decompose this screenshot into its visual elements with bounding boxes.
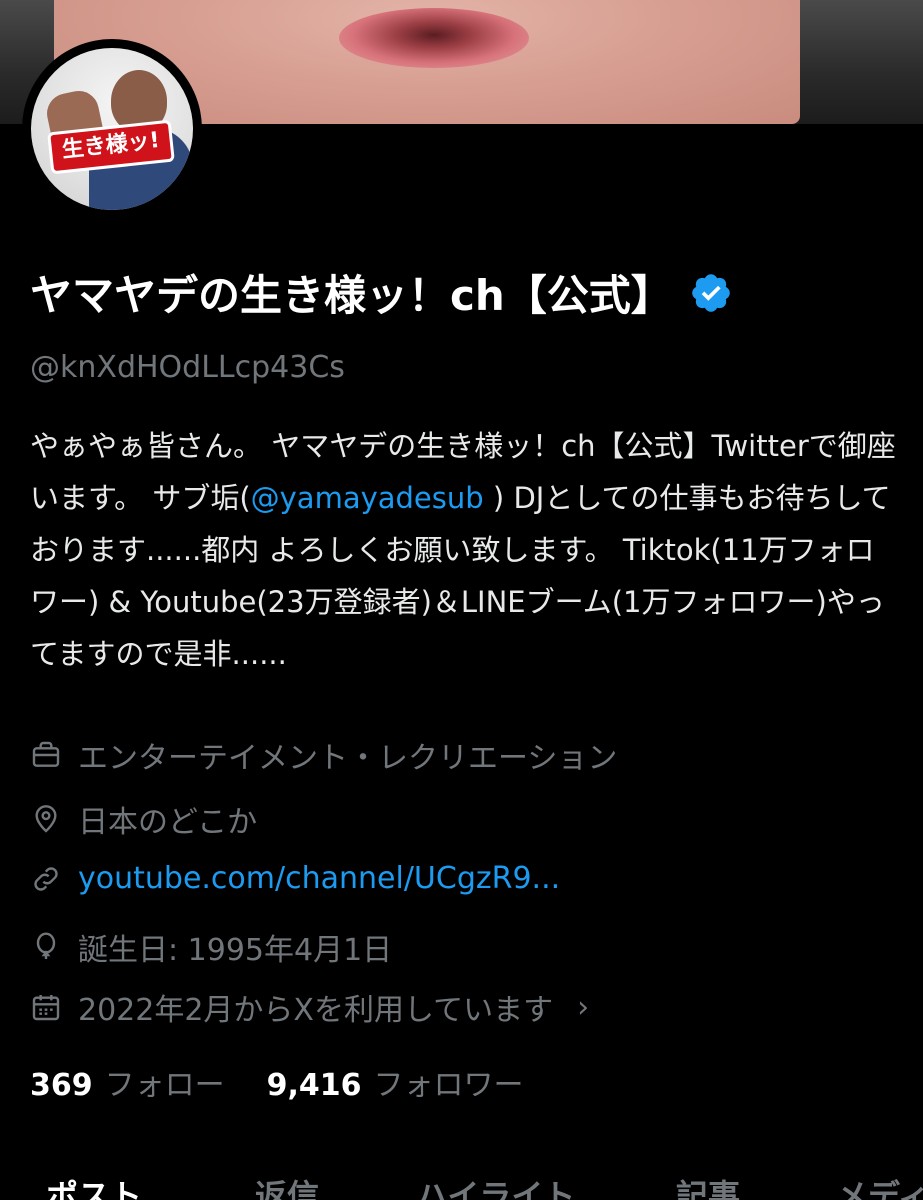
followers-label: フォロワー [373,1068,524,1103]
following-count: 369 [30,1068,93,1103]
avatar[interactable]: 生き様ッ! [22,39,202,219]
tab-articles[interactable]: 記事 [676,1171,740,1200]
birthday-text: 誕生日: 1995年4月1日 [78,933,393,968]
chevron-right-icon[interactable]: › [577,990,589,1025]
location-pin-icon [35,805,57,833]
birthday-row: 誕生日: 1995年4月1日 [30,925,392,969]
verified-badge-icon[interactable] [689,271,733,315]
followers-link[interactable]: 9,416 フォロワー [267,1060,524,1104]
following-link[interactable]: 369 フォロー [30,1060,225,1104]
joined-text: 2022年2月からXを利用しています [78,993,554,1028]
display-name: ヤマヤデの生き様ッ！ch【公式】 [30,271,673,320]
tab-media[interactable]: メディア [836,1171,923,1200]
display-name-row: ヤマヤデの生き様ッ！ch【公式】 [30,262,733,323]
user-handle: @knXdHOdLLcp43Cs [30,350,345,385]
tab-posts[interactable]: ポスト [46,1171,142,1200]
briefcase-icon [32,741,60,767]
link-icon [34,866,58,891]
profile-bio: やぁやぁ皆さん。 ヤマヤデの生き様ッ！ch【公式】Twitterで御座います。 … [30,420,900,680]
follow-stats: 369 フォロー 9,416 フォロワー [30,1060,524,1104]
profile-tabs: ポスト 返信 ハイライト 記事 メディア [0,1165,923,1200]
url-row: youtube.com/channel/UCgzR9... [30,861,560,896]
category-row: エンターテイメント・レクリエーション [30,733,617,777]
followers-count: 9,416 [266,1068,362,1103]
tab-highlights[interactable]: ハイライト [416,1171,575,1200]
balloon-icon [36,932,56,959]
tab-replies[interactable]: 返信 [255,1171,319,1200]
avatar-image: 生き様ッ! [31,48,193,210]
following-label: フォロー [104,1068,225,1103]
calendar-icon [32,995,60,1021]
location-row: 日本のどこか [30,797,257,841]
category-text: エンターテイメント・レクリエーション [78,741,618,776]
bio-mention-link[interactable]: @yamayadesub [251,481,484,515]
joined-row[interactable]: 2022年2月からXを利用しています › [30,985,589,1029]
banner-lips [339,8,529,68]
location-text: 日本のどこか [78,805,258,840]
profile-url-link[interactable]: youtube.com/channel/UCgzR9... [78,861,560,896]
